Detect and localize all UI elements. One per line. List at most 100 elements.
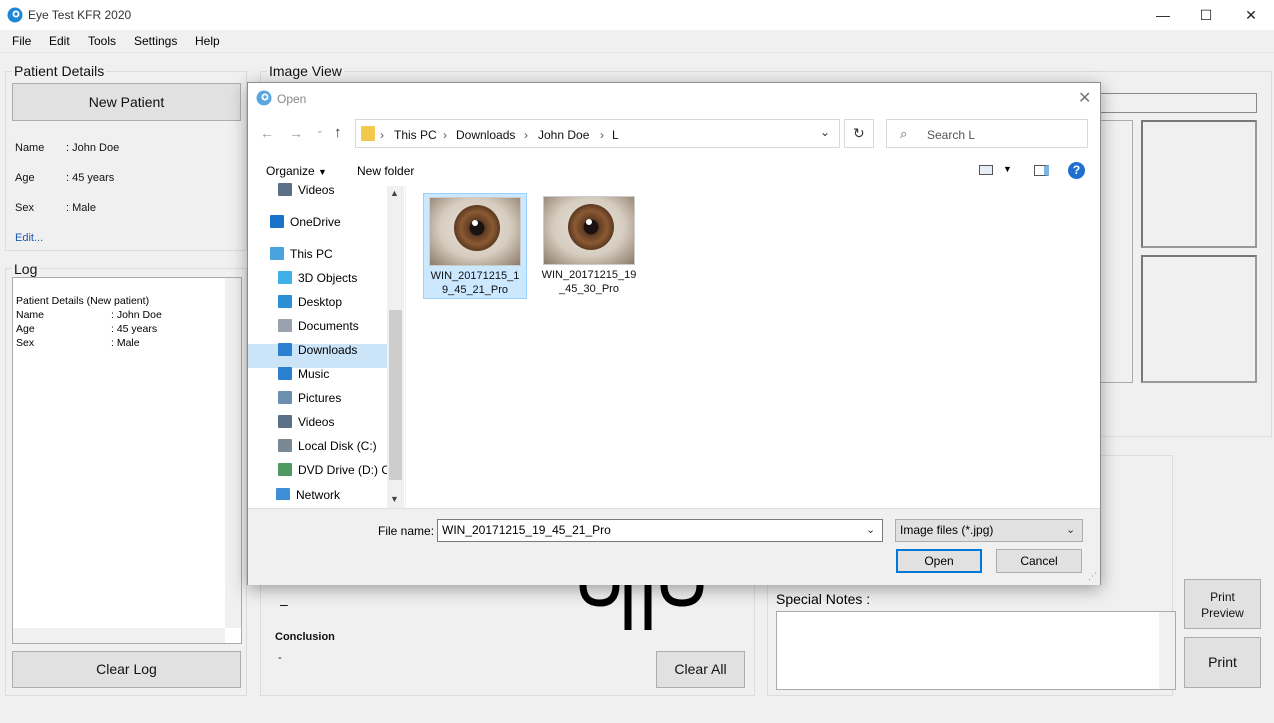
- image-thumbnail-slot[interactable]: [1141, 255, 1257, 383]
- video-folder-icon: [278, 415, 292, 428]
- nav-item-label: Videos: [298, 183, 335, 197]
- result-graphic-icon: [579, 585, 704, 630]
- breadcrumb-downloads[interactable]: Downloads: [456, 128, 515, 142]
- cloud-icon: [270, 215, 284, 228]
- desktop-icon: [278, 295, 292, 308]
- app-title: Eye Test KFR 2020: [28, 8, 132, 22]
- nav-item-label: Music: [298, 367, 330, 381]
- resize-grip-icon[interactable]: ⋰: [1088, 571, 1097, 582]
- forward-arrow-icon[interactable]: →: [289, 125, 303, 141]
- menu-edit[interactable]: Edit: [49, 34, 70, 48]
- clear-all-button[interactable]: Clear All: [656, 651, 745, 688]
- file-type-dropdown-icon: ⌄: [1066, 524, 1076, 536]
- clear-log-button[interactable]: Clear Log: [12, 651, 241, 688]
- image-thumbnail-slot[interactable]: [1141, 120, 1257, 248]
- view-dropdown-icon[interactable]: ▼: [1003, 164, 1012, 174]
- scroll-up-icon[interactable]: ▲: [390, 188, 399, 198]
- music-icon: [278, 367, 292, 380]
- menu-file[interactable]: File: [12, 34, 31, 48]
- file-list-area: WIN_20171215_19_45_21_Pro WIN_20171215_1…: [405, 186, 1100, 508]
- menu-settings[interactable]: Settings: [134, 34, 177, 48]
- edit-link[interactable]: Edit...: [15, 232, 43, 244]
- menu-help[interactable]: Help: [195, 34, 220, 48]
- nav-scrollbar[interactable]: ▲ ▼: [387, 186, 404, 508]
- minimize-button[interactable]: —: [1140, 0, 1186, 30]
- cube-icon: [278, 271, 292, 284]
- nav-item-label: This PC: [290, 247, 333, 261]
- file-type-select[interactable]: Image files (*.jpg) ⌄: [895, 519, 1083, 542]
- dialog-app-icon: [256, 90, 272, 106]
- open-button[interactable]: Open: [896, 549, 982, 573]
- address-bar[interactable]: › This PC › Downloads › John Doe › L ⌄: [355, 119, 840, 148]
- print-preview-button[interactable]: Print Preview: [1184, 579, 1261, 629]
- breadcrumb-separator-icon: ›: [443, 128, 447, 142]
- nav-item-label: Documents: [298, 319, 359, 333]
- new-patient-button[interactable]: New Patient: [12, 83, 241, 121]
- nav-item-label: Pictures: [298, 391, 342, 405]
- scroll-down-icon[interactable]: ▼: [390, 494, 399, 504]
- breadcrumb-l[interactable]: L: [612, 128, 619, 142]
- up-arrow-icon[interactable]: ↑: [334, 124, 342, 141]
- refresh-icon: ↻: [853, 125, 865, 141]
- name-label: Name: [15, 142, 45, 154]
- video-folder-icon: [278, 183, 292, 196]
- file-item[interactable]: WIN_20171215_19_45_21_Pro: [423, 193, 527, 299]
- close-button[interactable]: ✕: [1228, 0, 1274, 30]
- age-label: Age: [15, 172, 35, 184]
- address-dropdown-icon[interactable]: ⌄: [820, 125, 830, 139]
- file-name-dropdown-icon[interactable]: ⌄: [866, 523, 875, 536]
- notes-scrollbar[interactable]: [1159, 612, 1175, 689]
- breadcrumb-john-doe[interactable]: John Doe: [538, 128, 589, 142]
- name-value: : John Doe: [66, 142, 120, 154]
- log-vertical-scrollbar[interactable]: [225, 278, 241, 628]
- nav-item-label: 3D Objects: [298, 271, 358, 285]
- patient-details-title: Patient Details: [12, 63, 107, 79]
- folder-icon: [361, 126, 375, 141]
- dialog-close-icon[interactable]: ✕: [1078, 88, 1091, 108]
- search-placeholder: Search L: [927, 128, 976, 142]
- menu-tools[interactable]: Tools: [88, 34, 116, 48]
- file-name-input[interactable]: WIN_20171215_19_45_21_Pro ⌄: [437, 519, 883, 542]
- refresh-button[interactable]: ↻: [844, 119, 874, 148]
- open-file-dialog: Open ✕ ← → ⌄ ↑ › This PC › Downloads › J…: [247, 82, 1101, 585]
- organize-label: Organize: [266, 164, 315, 178]
- log-line-label: Sex: [16, 337, 35, 349]
- cancel-button[interactable]: Cancel: [996, 549, 1082, 573]
- log-textbox[interactable]: Patient Details (New patient) Name : Joh…: [12, 277, 242, 644]
- navigation-pane: Videos OneDrive This PC 3D Objects Desktop Do…: [248, 183, 405, 508]
- breadcrumb-separator-icon: ›: [380, 128, 384, 142]
- help-icon[interactable]: ?: [1068, 162, 1085, 179]
- organize-button[interactable]: Organize ▼: [266, 164, 327, 178]
- dvd-icon: [278, 463, 292, 476]
- log-heading: Patient Details (New patient): [16, 295, 150, 307]
- nav-item-label: Videos: [298, 415, 335, 429]
- special-notes-textbox[interactable]: [776, 611, 1176, 690]
- maximize-button[interactable]: ☐: [1183, 0, 1229, 30]
- new-folder-button[interactable]: New folder: [357, 164, 414, 178]
- file-name-label: File name:: [378, 524, 435, 538]
- nav-scroll-thumb[interactable]: [389, 310, 402, 480]
- network-icon: [276, 488, 290, 500]
- recent-locations-chevron-icon[interactable]: ⌄: [316, 125, 324, 136]
- conclusion-label: Conclusion: [275, 631, 335, 643]
- result-dash: –: [280, 596, 288, 612]
- pictures-icon: [278, 391, 292, 404]
- nav-item-label: Network: [296, 488, 341, 500]
- age-value: : 45 years: [66, 172, 115, 184]
- file-item[interactable]: WIN_20171215_19_45_30_Pro: [537, 193, 641, 299]
- breadcrumb-this-pc[interactable]: This PC: [394, 128, 437, 142]
- log-horizontal-scrollbar[interactable]: [13, 628, 225, 643]
- nav-item-label: OneDrive: [290, 215, 341, 229]
- view-options-icon[interactable]: [979, 165, 993, 175]
- file-name-input-value: WIN_20171215_19_45_21_Pro: [442, 523, 611, 537]
- log-line-label: Age: [16, 323, 35, 335]
- print-button[interactable]: Print: [1184, 637, 1261, 688]
- back-arrow-icon[interactable]: ←: [260, 125, 274, 141]
- image-panel: [1100, 120, 1133, 383]
- eye-thumbnail-image: [543, 196, 635, 265]
- title-bar: Eye Test KFR 2020 — ☐ ✕: [0, 0, 1274, 30]
- nav-item-label: DVD Drive (D:) C: [298, 463, 390, 477]
- preview-pane-icon[interactable]: [1034, 165, 1049, 176]
- search-box[interactable]: ⌕ Search L: [886, 119, 1088, 148]
- file-name-caption: WIN_20171215_19_45_21_Pro: [430, 270, 520, 296]
